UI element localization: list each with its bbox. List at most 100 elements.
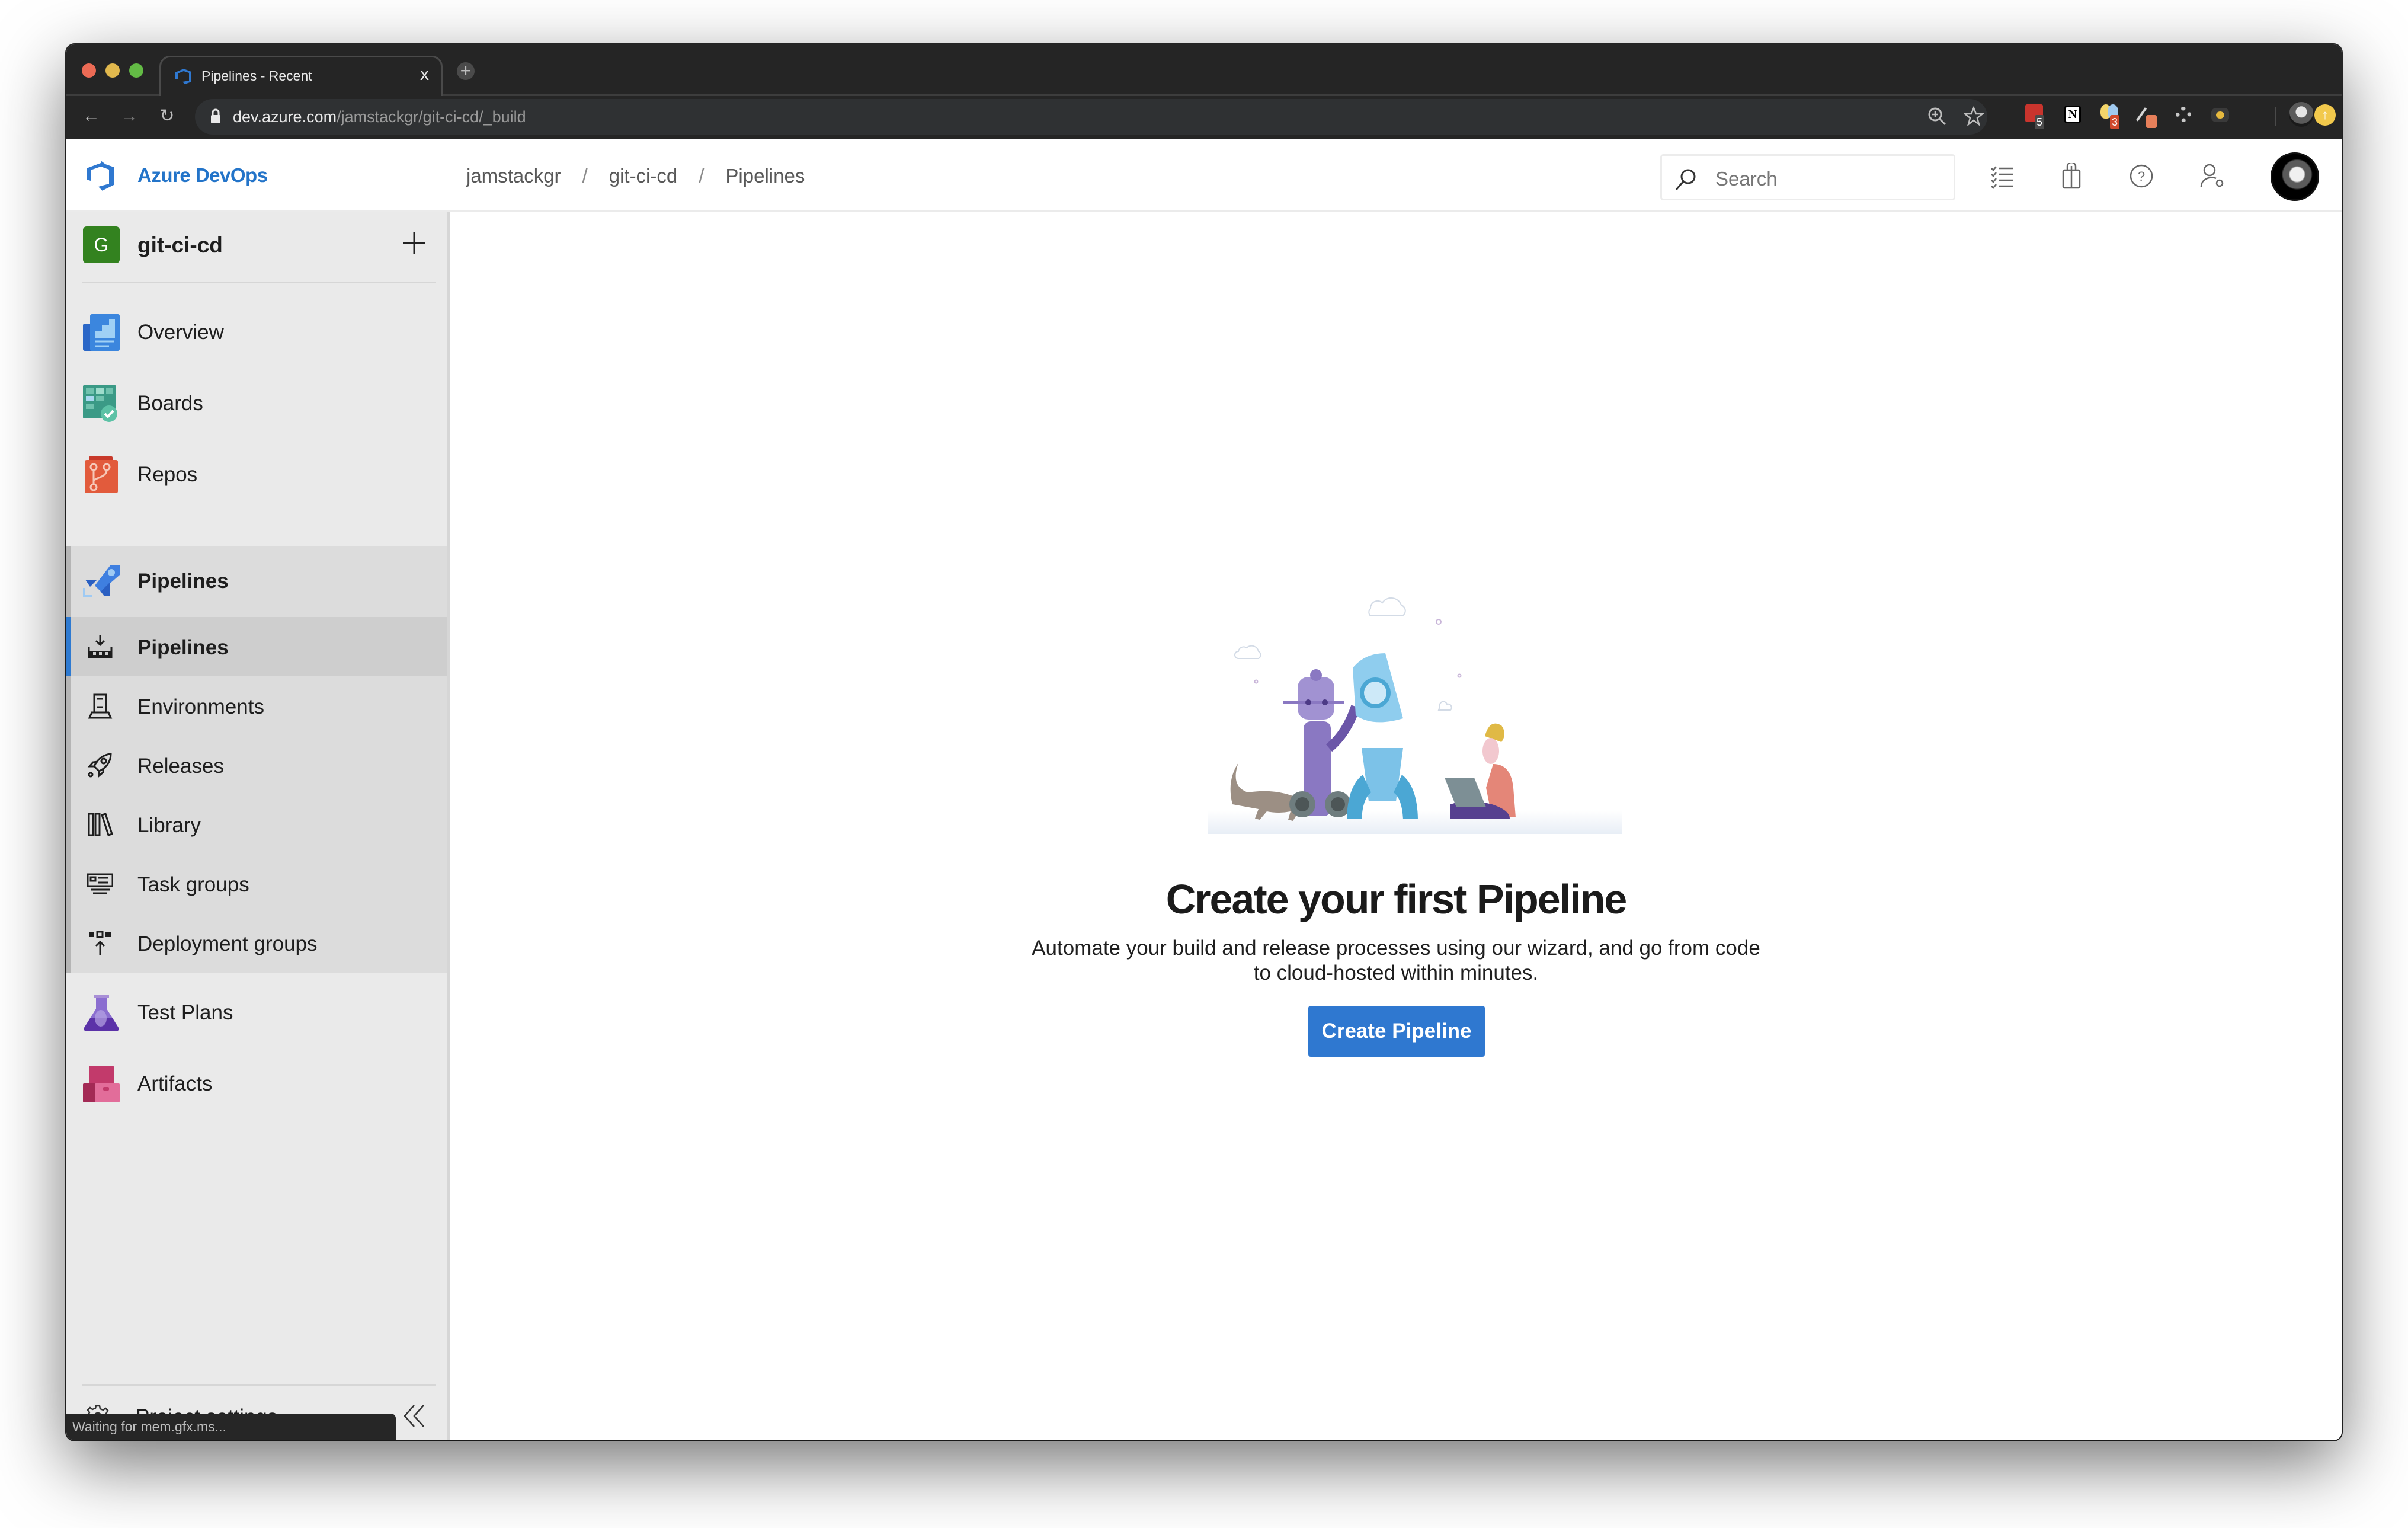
lastpass-badge: 5 bbox=[2035, 115, 2044, 129]
sidebar-subitem-environments[interactable]: Environments bbox=[71, 676, 447, 736]
color-picker-extension-icon[interactable] bbox=[2135, 104, 2160, 128]
sidebar-item-test-plans[interactable]: Test Plans bbox=[66, 977, 447, 1048]
breadcrumb-organization[interactable]: jamstackgr bbox=[466, 165, 561, 187]
add-icon[interactable] bbox=[401, 229, 428, 257]
browser-tab-active[interactable]: Pipelines - Recent x bbox=[159, 56, 443, 98]
browser-profile-avatar[interactable] bbox=[2289, 102, 2314, 127]
overview-icon bbox=[83, 314, 120, 351]
sidebar-item-artifacts[interactable]: Artifacts bbox=[66, 1048, 447, 1120]
user-settings-icon[interactable] bbox=[2199, 163, 2226, 189]
breadcrumb: jamstackgr / git-ci-cd / Pipelines bbox=[466, 165, 805, 187]
ideas-badge: 3 bbox=[2110, 115, 2119, 129]
pipelines-icon bbox=[83, 565, 120, 597]
bee-extension-icon[interactable] bbox=[2210, 104, 2233, 127]
sidebar-subitem-label: Task groups bbox=[137, 873, 249, 896]
sidebar: G git-ci-cd Overview Boards Repos Pipeli… bbox=[66, 212, 450, 1440]
sidebar-subitem-pipelines[interactable]: Pipelines bbox=[66, 617, 447, 676]
breadcrumb-separator: / bbox=[699, 165, 705, 187]
sidebar-subitem-deployment-groups[interactable]: Deployment groups bbox=[71, 913, 447, 973]
back-arrow-icon[interactable]: ← bbox=[79, 104, 103, 128]
sidebar-subitem-label: Releases bbox=[137, 755, 224, 778]
browser-status-bar: Waiting for mem.gfx.ms... bbox=[66, 1414, 396, 1440]
sidebar-subitem-label: Pipelines bbox=[137, 636, 229, 659]
new-tab-button[interactable]: + bbox=[457, 61, 475, 80]
reload-icon[interactable]: ↻ bbox=[155, 104, 179, 128]
sidebar-subitem-task-groups[interactable]: Task groups bbox=[71, 854, 447, 913]
sidebar-subitem-label: Deployment groups bbox=[137, 932, 318, 955]
ideas-extension-icon[interactable]: 3 bbox=[2100, 104, 2123, 129]
create-pipeline-button[interactable]: Create Pipeline bbox=[1308, 1006, 1485, 1057]
sidebar-item-repos[interactable]: Repos bbox=[66, 439, 447, 510]
sidebar-subitem-releases[interactable]: Releases bbox=[71, 736, 447, 795]
address-bar[interactable]: dev.azure.com/jamstackgr/git-ci-cd/_buil… bbox=[195, 99, 1987, 135]
pipelines-build-icon bbox=[88, 635, 113, 658]
notion-extension-icon[interactable]: N bbox=[2063, 104, 2086, 127]
artifacts-icon bbox=[83, 1066, 120, 1102]
browser-toolbar: ← → ↻ dev.azure.com/jamstackgr/git-ci-cd… bbox=[66, 96, 2342, 139]
sidebar-item-pipelines[interactable]: Pipelines bbox=[66, 546, 447, 617]
zoom-icon[interactable] bbox=[1927, 106, 1947, 126]
settings-extension-icon[interactable] bbox=[2173, 104, 2196, 127]
url-domain: dev.azure.com bbox=[233, 108, 337, 126]
url-path: /jamstackgr/git-ci-cd/_build bbox=[337, 108, 526, 126]
sidebar-subitem-label: Library bbox=[137, 814, 201, 837]
pipelines-group: Pipelines Pipelines Environments Release… bbox=[66, 546, 447, 973]
search-icon bbox=[1675, 169, 1696, 190]
sidebar-item-label: Pipelines bbox=[137, 570, 229, 593]
close-window-button[interactable] bbox=[82, 63, 96, 78]
collapse-sidebar-chevrons-icon[interactable] bbox=[401, 1403, 427, 1429]
breadcrumb-page[interactable]: Pipelines bbox=[725, 165, 805, 187]
sidebar-item-label: Repos bbox=[137, 463, 198, 486]
boards-icon bbox=[83, 385, 117, 422]
status-text: Waiting for mem.gfx.ms... bbox=[72, 1419, 226, 1434]
sidebar-item-overview[interactable]: Overview bbox=[66, 297, 447, 368]
tab-title: Pipelines - Recent bbox=[201, 68, 312, 84]
sidebar-item-label: Overview bbox=[137, 321, 224, 344]
user-avatar[interactable] bbox=[2271, 152, 2319, 201]
lastpass-extension-icon[interactable]: 5 bbox=[2025, 104, 2048, 129]
search-placeholder: Search bbox=[1715, 168, 1778, 190]
url-text[interactable]: dev.azure.com/jamstackgr/git-ci-cd/_buil… bbox=[233, 108, 526, 126]
main-content: Create your first Pipeline Automate your… bbox=[450, 212, 2342, 1440]
svg-text:?: ? bbox=[2138, 169, 2145, 184]
deployment-groups-icon bbox=[89, 931, 111, 955]
project-avatar: G bbox=[83, 226, 120, 263]
breadcrumb-separator: / bbox=[582, 165, 588, 187]
sidebar-item-label: Test Plans bbox=[137, 1001, 233, 1024]
environments-icon bbox=[88, 693, 113, 719]
minimize-window-button[interactable] bbox=[105, 63, 120, 78]
marketplace-bag-icon[interactable] bbox=[2058, 163, 2084, 189]
repos-icon bbox=[85, 456, 118, 493]
project-name[interactable]: git-ci-cd bbox=[137, 233, 223, 258]
empty-state-illustration bbox=[1208, 597, 1622, 834]
work-items-list-icon[interactable] bbox=[1990, 163, 2016, 189]
bookmark-star-icon[interactable] bbox=[1964, 106, 1984, 126]
update-arrow-icon[interactable]: ↑ bbox=[2314, 104, 2336, 126]
forward-arrow-icon[interactable]: → bbox=[117, 104, 141, 128]
sidebar-item-label: Artifacts bbox=[137, 1072, 213, 1095]
test-plans-icon bbox=[84, 995, 119, 1031]
sidebar-divider bbox=[82, 282, 436, 283]
sidebar-divider bbox=[82, 1384, 436, 1386]
search-input[interactable]: Search bbox=[1660, 154, 1955, 200]
sidebar-item-label: Boards bbox=[137, 392, 203, 415]
library-icon bbox=[88, 813, 113, 836]
zoom-window-button[interactable] bbox=[129, 63, 143, 78]
close-tab-icon[interactable]: x bbox=[420, 65, 429, 85]
task-groups-icon bbox=[87, 873, 113, 894]
sidebar-item-boards[interactable]: Boards bbox=[66, 368, 447, 439]
breadcrumb-project[interactable]: git-ci-cd bbox=[609, 165, 678, 187]
tab-strip: Pipelines - Recent x + bbox=[66, 44, 2342, 98]
browser-window: Pipelines - Recent x + ← → ↻ dev.azure.c… bbox=[66, 44, 2342, 1440]
product-name[interactable]: Azure DevOps bbox=[137, 164, 268, 187]
azure-devops-logo-icon[interactable] bbox=[85, 161, 115, 191]
toolbar-divider bbox=[2275, 107, 2276, 126]
empty-state-description: Automate your build and release processe… bbox=[1032, 936, 1760, 984]
rocket-icon bbox=[87, 753, 112, 778]
sidebar-subitem-label: Environments bbox=[137, 695, 264, 718]
help-icon[interactable]: ? bbox=[2128, 163, 2154, 189]
azure-devops-favicon-icon bbox=[175, 69, 191, 84]
project-header[interactable]: G git-ci-cd bbox=[66, 212, 447, 283]
lock-icon bbox=[211, 108, 220, 123]
sidebar-subitem-library[interactable]: Library bbox=[71, 795, 447, 854]
